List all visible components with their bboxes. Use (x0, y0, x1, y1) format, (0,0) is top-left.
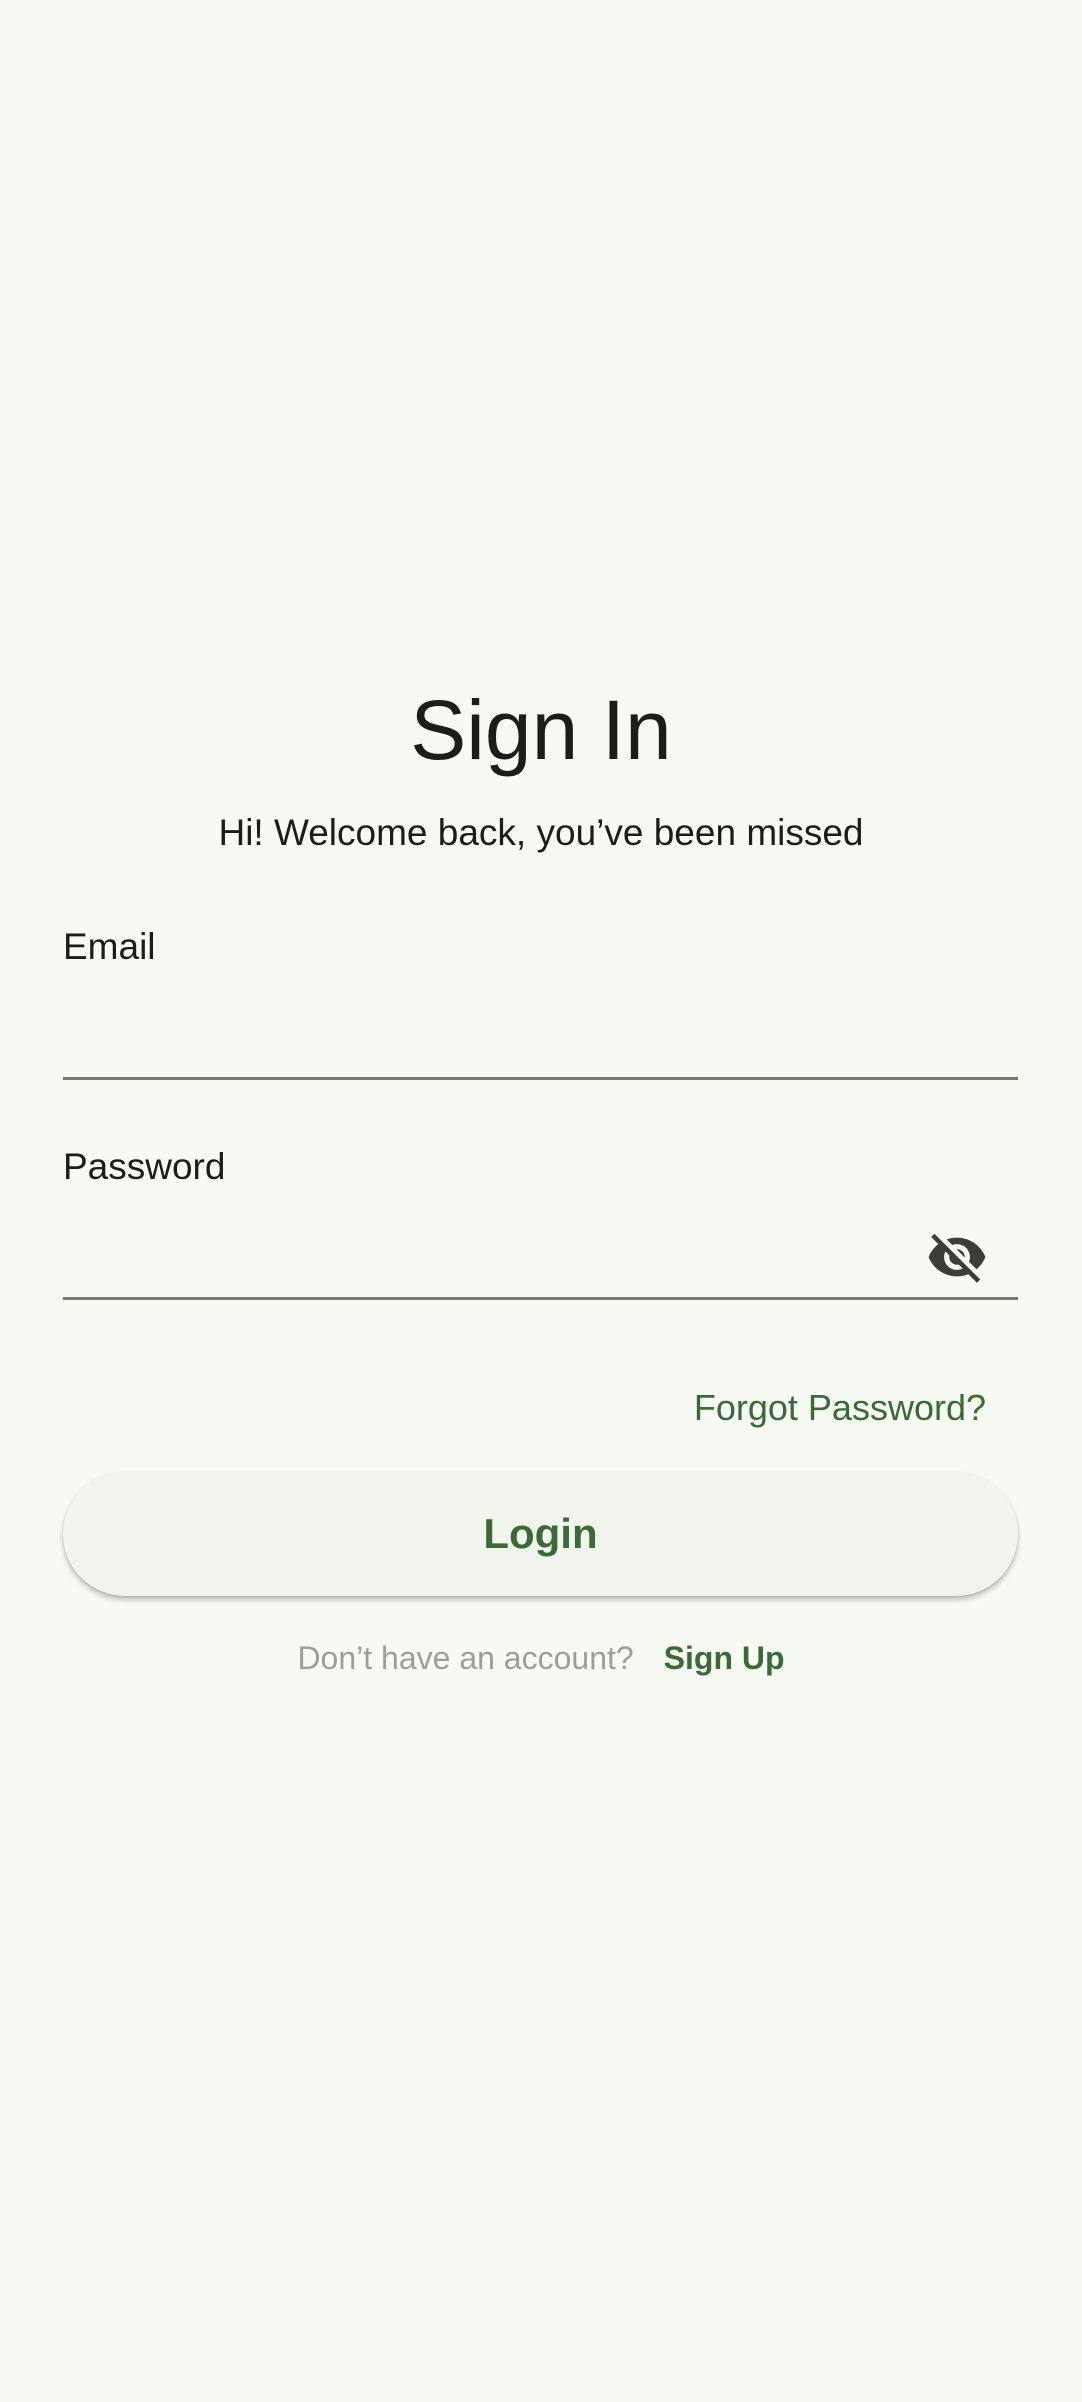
page-title: Sign In (410, 683, 672, 777)
email-input[interactable] (63, 1000, 923, 1080)
forgot-password-link[interactable]: Forgot Password? (694, 1385, 986, 1431)
password-input[interactable] (63, 1220, 923, 1300)
email-underline (63, 1077, 1018, 1080)
password-label: Password (63, 1146, 226, 1187)
sign-in-screen: Sign In Hi! Welcome back, you’ve been mi… (0, 0, 1082, 2402)
password-underline (63, 1297, 1018, 1300)
email-label: Email (63, 926, 156, 967)
page-subtitle: Hi! Welcome back, you’ve been missed (218, 812, 864, 853)
signup-row: Don’t have an account? Sign Up (0, 1640, 1082, 1677)
signup-link[interactable]: Sign Up (664, 1640, 785, 1677)
password-field: Password (63, 1140, 1018, 1300)
login-button-label: Login (483, 1510, 598, 1557)
email-field: Email (63, 920, 1018, 1080)
login-button[interactable]: Login (63, 1472, 1018, 1596)
signup-prompt: Don’t have an account? (297, 1640, 634, 1676)
visibility-off-icon[interactable] (926, 1226, 988, 1288)
